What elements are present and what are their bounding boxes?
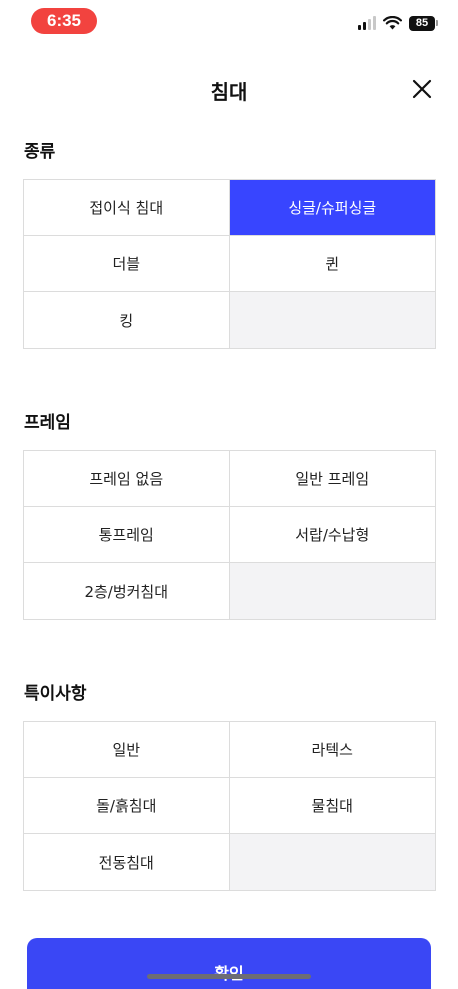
empty-cell [229, 292, 435, 348]
option-water-bed[interactable]: 물침대 [229, 778, 435, 834]
wifi-icon [383, 16, 402, 30]
option-normal[interactable]: 일반 [24, 722, 230, 778]
option-double[interactable]: 더블 [24, 236, 230, 292]
section-title-type: 종류 [24, 142, 56, 162]
section-title-special: 특이사항 [24, 684, 87, 704]
home-indicator [147, 974, 311, 979]
option-bunk-bed[interactable]: 2층/벙커침대 [24, 563, 230, 619]
option-queen[interactable]: 퀸 [229, 236, 435, 292]
page-title: 침대 [210, 80, 248, 104]
battery-icon: 85 [409, 15, 438, 31]
battery-level: 85 [409, 15, 435, 31]
section-title-frame: 프레임 [24, 413, 71, 433]
option-drawer-storage[interactable]: 서랍/수납형 [229, 507, 435, 563]
option-electric-bed[interactable]: 전동침대 [24, 834, 230, 890]
modal-header: 침대 [0, 66, 458, 112]
option-folding-bed[interactable]: 접이식 침대 [24, 180, 230, 236]
status-indicators: 85 [358, 14, 438, 32]
empty-cell [229, 834, 435, 890]
option-latex[interactable]: 라텍스 [229, 722, 435, 778]
option-king[interactable]: 킹 [24, 292, 230, 348]
option-single-supersingle[interactable]: 싱글/슈퍼싱글 [229, 180, 435, 236]
close-icon[interactable] [410, 77, 434, 101]
option-grid-special: 일반 라텍스 돌/흙침대 물침대 전동침대 [23, 721, 436, 891]
option-no-frame[interactable]: 프레임 없음 [24, 451, 230, 507]
option-full-frame[interactable]: 통프레임 [24, 507, 230, 563]
status-bar: 6:35 85 [0, 0, 458, 44]
option-standard-frame[interactable]: 일반 프레임 [229, 451, 435, 507]
option-grid-frame: 프레임 없음 일반 프레임 통프레임 서랍/수납형 2층/벙커침대 [23, 450, 436, 620]
cellular-signal-icon [358, 16, 376, 30]
empty-cell [229, 563, 435, 619]
option-grid-type: 접이식 침대 싱글/슈퍼싱글 더블 퀸 킹 [23, 179, 436, 349]
option-stone-clay-bed[interactable]: 돌/흙침대 [24, 778, 230, 834]
confirm-button[interactable]: 확인 [27, 938, 431, 989]
status-time: 6:35 [31, 8, 97, 34]
